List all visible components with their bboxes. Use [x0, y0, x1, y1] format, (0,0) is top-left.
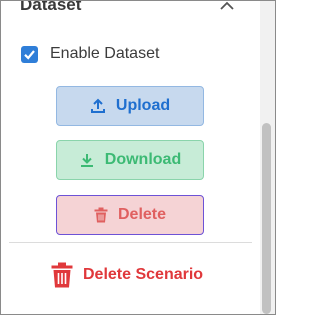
dataset-panel: Dataset Enable Dataset Upload Download D…: [0, 0, 276, 315]
trash-icon: [94, 207, 108, 223]
upload-label: Upload: [115, 97, 171, 114]
chevron-up-icon[interactable]: [219, 1, 235, 11]
section-title: Dataset: [20, 0, 82, 14]
delete-scenario-button[interactable]: Delete Scenario: [51, 261, 203, 289]
download-icon: [80, 154, 93, 167]
delete-label: Delete: [117, 206, 167, 223]
trash-icon: [51, 262, 73, 288]
enable-dataset-checkbox[interactable]: [21, 45, 38, 63]
delete-button[interactable]: Delete: [56, 195, 204, 235]
divider: [9, 242, 252, 243]
upload-icon: [90, 98, 105, 113]
check-icon: [24, 49, 35, 60]
enable-dataset-row[interactable]: Enable Dataset: [21, 44, 159, 64]
download-button[interactable]: Download: [56, 140, 204, 180]
enable-dataset-label: Enable Dataset: [50, 45, 160, 62]
download-label: Download: [104, 151, 182, 168]
delete-scenario-label: Delete Scenario: [83, 266, 204, 283]
scrollbar-thumb[interactable]: [262, 123, 271, 314]
upload-button[interactable]: Upload: [56, 86, 204, 126]
